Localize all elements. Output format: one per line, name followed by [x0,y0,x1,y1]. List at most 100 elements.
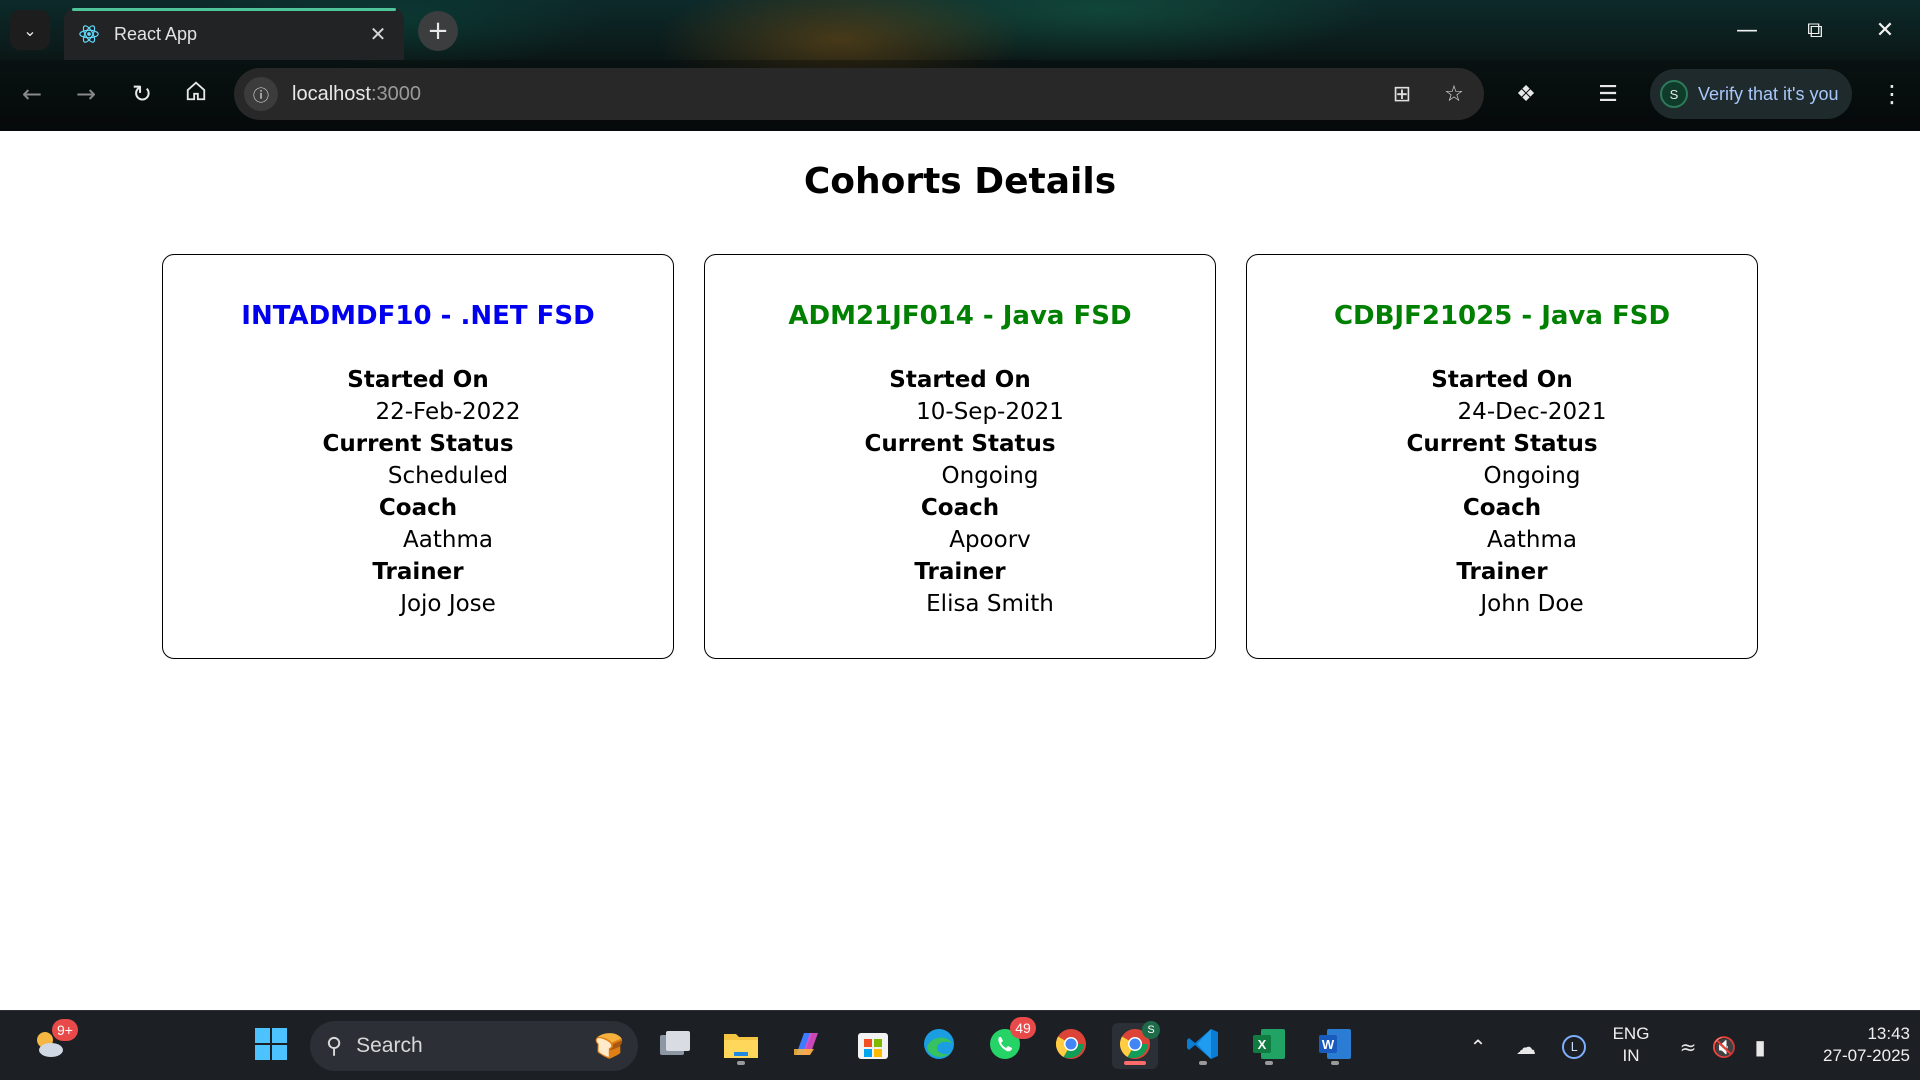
profile-avatar: S [1660,80,1688,108]
extensions-icon[interactable]: ❖ [1506,74,1546,114]
started-on-value: 24-Dec-2021 [1457,399,1607,425]
store-button[interactable] [850,1023,896,1069]
weather-widget[interactable]: 9+ [26,1019,78,1069]
coach-value: Aathma [403,527,493,553]
speaker-muted-icon[interactable]: 🔇 [1710,1033,1738,1061]
tab-react-app[interactable]: React App ✕ [64,8,404,60]
media-controls-icon[interactable]: ☰ [1588,74,1628,114]
url-text: localhost:3000 [292,82,421,105]
running-indicator [1331,1061,1339,1065]
excel-button[interactable]: X [1246,1023,1292,1069]
wifi-icon[interactable]: ≈ [1674,1033,1702,1061]
vscode-icon [1185,1026,1221,1066]
close-window-button[interactable]: ✕ [1862,10,1908,50]
running-indicator [1199,1061,1207,1065]
start-button[interactable] [248,1023,294,1069]
word-icon: W [1317,1026,1353,1066]
reload-button[interactable]: ↻ [122,74,162,114]
trainer-label: Trainer [914,559,1006,585]
trainer-value: John Doe [1480,591,1584,617]
coach-label: Coach [378,495,458,521]
browser-toolbar: ← → ↻ ⓘ localhost:3000 ⊞ ☆ ❖ ☰ S Verify … [0,60,1920,131]
account-icon[interactable]: L [1560,1033,1588,1061]
clock[interactable]: 13:43 27-07-2025 [1790,1023,1910,1067]
page-content: Cohorts Details INTADMDF10 - .NET FSD St… [0,131,1920,1010]
search-placeholder: Search [356,1034,423,1057]
more-menu-icon[interactable]: ⋮ [1872,74,1912,114]
bookmark-star-icon[interactable]: ☆ [1438,78,1470,110]
page-title: Cohorts Details [803,161,1117,202]
vscode-button[interactable] [1180,1023,1226,1069]
chrome-profile-button[interactable]: S [1112,1021,1160,1069]
copilot-icon [790,1027,824,1065]
cohort-title: CDBJF21025 - Java FSD [1333,301,1671,331]
coach-value: Aathma [1487,527,1577,553]
started-on-label: Started On [347,367,489,393]
onedrive-icon[interactable]: ☁ [1512,1033,1540,1061]
reload-icon: ↻ [131,80,153,108]
current-status-value: Ongoing [941,463,1039,489]
browser-chrome: ⌄ React App ✕ + — ⧉ ✕ ← → ↻ ⓘ localhost:… [0,0,1920,131]
home-button[interactable] [176,74,216,114]
minimize-icon: — [1736,17,1758,43]
chrome-button[interactable] [1048,1023,1094,1069]
minimize-button[interactable]: — [1724,10,1770,50]
language-indicator[interactable]: ENG IN [1606,1023,1656,1067]
started-on-value: 10-Sep-2021 [916,399,1064,425]
tab-search-button[interactable]: ⌄ [10,10,50,50]
task-view-icon [658,1029,692,1063]
close-tab-icon[interactable]: ✕ [366,22,390,46]
active-indicator [1124,1061,1146,1065]
cohort-title: ADM21JF014 - Java FSD [788,301,1132,331]
excel-icon: X [1251,1026,1287,1066]
site-info-icon[interactable]: ⓘ [244,77,278,111]
cohort-card: CDBJF21025 - Java FSD Started On 24-Dec-… [1246,254,1758,659]
trainer-label: Trainer [1456,559,1548,585]
chevron-up-icon[interactable]: ⌃ [1464,1033,1492,1061]
back-button[interactable]: ← [12,74,52,114]
battery-icon[interactable]: ▮ [1746,1033,1774,1061]
started-on-label: Started On [1431,367,1573,393]
verify-identity-button[interactable]: S Verify that it's you [1650,69,1852,119]
cohort-title: INTADMDF10 - .NET FSD [241,301,595,331]
profile-badge: S [1142,1021,1160,1039]
coach-value: Apoorv [949,527,1031,553]
restore-button[interactable]: ⧉ [1792,10,1838,50]
new-tab-button[interactable]: + [418,11,458,51]
current-status-value: Ongoing [1483,463,1581,489]
address-bar[interactable]: ⓘ localhost:3000 ⊞ ☆ [234,68,1484,120]
chevron-down-icon: ⌄ [23,20,37,40]
arrow-left-icon: ← [21,80,43,108]
current-status-value: Scheduled [387,463,509,489]
running-indicator [1265,1061,1273,1065]
coach-label: Coach [1462,495,1542,521]
taskbar-search[interactable]: ⚲ Search 🍞 [310,1021,638,1071]
svg-text:X: X [1258,1037,1267,1052]
verify-text: Verify that it's you [1698,83,1839,104]
trainer-label: Trainer [372,559,464,585]
whatsapp-button[interactable]: 49 [982,1017,1036,1069]
file-explorer-button[interactable] [718,1023,764,1069]
current-status-label: Current Status [864,431,1056,457]
task-view-button[interactable] [652,1023,698,1069]
edge-icon [921,1026,957,1066]
install-app-icon[interactable]: ⊞ [1386,78,1418,110]
close-icon: ✕ [1875,17,1895,43]
plus-icon: + [427,16,449,46]
running-indicator [737,1061,745,1065]
search-icon: ⚲ [326,1033,343,1058]
search-highlight-icon: 🍞 [594,1032,624,1060]
cohort-card: ADM21JF014 - Java FSD Started On 10-Sep-… [704,254,1216,659]
chrome-icon [1053,1026,1089,1066]
react-logo-icon [78,23,100,45]
edge-button[interactable] [916,1023,962,1069]
current-status-label: Current Status [322,431,514,457]
microsoft-store-icon [856,1027,890,1065]
started-on-value: 22-Feb-2022 [375,399,521,425]
copilot-button[interactable] [784,1023,830,1069]
started-on-label: Started On [889,367,1031,393]
svg-text:W: W [1322,1037,1335,1052]
cohort-card: INTADMDF10 - .NET FSD Started On 22-Feb-… [162,254,674,659]
word-button[interactable]: W [1312,1023,1358,1069]
forward-button[interactable]: → [66,74,106,114]
